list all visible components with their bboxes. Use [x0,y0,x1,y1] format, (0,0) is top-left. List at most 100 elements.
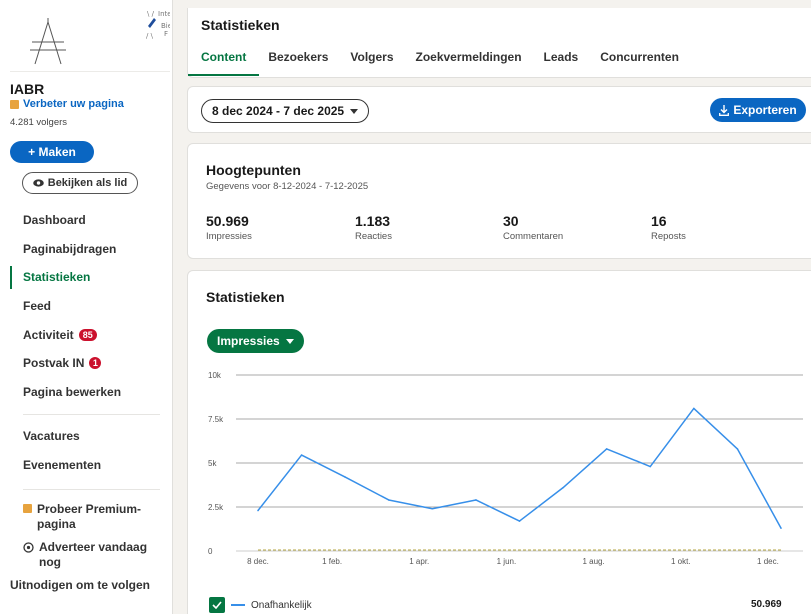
data-point [387,499,390,501]
sidebar-item-analytics[interactable]: Statistieken [0,263,172,292]
metric-value: 30 [503,213,519,229]
make-button[interactable]: + Maken [10,141,94,163]
statistics-card: Statistieken Impressies 0 2.5k 5k 7.5k 10k 8 … [187,270,811,614]
y-tick-label: 10k [208,371,222,380]
impressions-chart: 0 2.5k 5k 7.5k 10k 8 dec. 1 feb. 1 apr. 1 jun. 1 … [208,371,803,566]
caret-down-icon [285,338,294,344]
sidebar-item-label: Probeer Premium-pagina [37,502,142,531]
organization-name[interactable]: IABR [10,81,44,97]
metric-impressions: 50.969 Impressies [206,213,252,242]
sidebar-nav-secondary: Vacatures Evenementen [0,422,172,498]
date-toolbar: 8 dec 2024 - 7 dec 2025 Exporteren [187,86,811,133]
analytics-header: Statistieken Content Bezoekers Volgers Z… [187,8,811,78]
tab-followers[interactable]: Volgers [350,50,393,76]
metric-reposts: 16 Reposts [651,213,686,242]
legend-swatch [231,604,245,606]
svg-text:/ \: / \ [146,32,154,40]
x-tick-label: 1 okt. [671,557,691,566]
data-point [344,476,346,478]
sidebar-item-page-posts[interactable]: Paginabijdragen [0,235,172,264]
sidebar-item-inbox[interactable]: Postvak IN 1 [0,349,172,378]
sidebar-item-advertise[interactable]: Adverteer vandaag nog [0,538,172,576]
logo-icon: / \ Inte Bie F \ / [30,10,170,65]
tab-visitors[interactable]: Bezoekers [268,50,328,76]
premium-icon [10,99,19,109]
ad-icon [23,542,34,557]
metric-reactions: 1.183 Reacties [355,213,392,242]
divider [23,489,160,491]
sidebar-item-activity[interactable]: Activiteit 85 [0,320,172,349]
notification-badge: 85 [78,328,97,341]
caret-down-icon [350,108,359,114]
sidebar-item-label: Vacatures [23,429,80,444]
sidebar-item-feed[interactable]: Feed [0,292,172,321]
data-point [475,499,477,501]
sidebar-item-label: Paginabijdragen [23,241,117,256]
sidebar-item-jobs[interactable]: Vacatures [0,422,172,451]
sidebar-item-invite[interactable]: Uitnodigen om te volgen [0,576,172,614]
divider [23,414,160,416]
sidebar-item-premium[interactable]: Probeer Premium-pagina [0,500,172,538]
y-tick-label: 7.5k [208,415,224,424]
tab-leads[interactable]: Leads [544,50,579,76]
series-checkbox[interactable] [209,597,225,613]
logo-text-3: F [164,30,168,38]
export-button[interactable]: Exporteren [710,98,806,122]
sidebar-item-label: Pagina bewerken [23,384,122,399]
tab-competitors[interactable]: Concurrenten [600,50,679,76]
series-line-onafhankelijk [257,407,782,529]
sidebar-nav-promo: Probeer Premium-pagina Adverteer vandaag… [0,500,172,614]
sidebar-item-label: Postvak IN [23,356,85,371]
data-point [562,486,564,489]
y-tick-label: 2.5k [208,503,224,512]
view-as-member-button[interactable]: Bekijken als lid [22,172,138,194]
metric-label: Reacties [355,231,392,242]
x-tick-label: 1 dec. [757,557,779,566]
data-point [693,407,695,410]
highlights-subtitle: Gegevens voor 8-12-2024 - 7-12-2025 [206,181,369,192]
sidebar-item-label: Adverteer vandaag nog [39,540,148,569]
x-tick-label: 1 aug. [582,557,604,566]
sidebar-item-dashboard[interactable]: Dashboard [0,206,172,235]
notification-badge: 1 [89,357,102,370]
metric-value: 50.969 [206,213,249,229]
metric-value: 16 [651,213,667,229]
sidebar-item-edit-page[interactable]: Pagina bewerken [0,378,172,407]
sidebar-item-label: Dashboard [23,213,86,228]
organization-logo[interactable]: / \ Inte Bie F \ / [10,6,170,72]
date-range-dropdown[interactable]: 8 dec 2024 - 7 dec 2025 [201,99,370,123]
data-point [649,465,652,468]
x-tick-label: 1 jun. [497,557,517,566]
metric-value: 1.183 [355,213,391,229]
data-point [780,527,782,529]
highlights-card: Hoogtepunten Gegevens voor 8-12-2024 - 7… [187,143,811,259]
sidebar-item-label: Feed [23,299,52,314]
export-label: Exporteren [733,103,797,117]
data-point [300,454,303,456]
logo-text-2: Bie [161,22,170,30]
page-title: Statistieken [201,17,280,33]
metric-comments: 30 Commentaren [503,213,563,242]
statistics-title: Statistieken [206,289,285,305]
sidebar-item-label: Statistieken [23,270,91,285]
data-point [518,520,521,522]
date-range-label: 8 dec 2024 - 7 dec 2025 [212,104,345,118]
x-tick-label: 1 apr. [409,557,429,566]
sidebar-item-label: Uitnodigen om te volgen [10,578,150,592]
tab-search-appearances[interactable]: Zoekvermeldingen [416,50,522,76]
sidebar-item-events[interactable]: Evenementen [0,451,172,480]
metric-selector-dropdown[interactable]: Impressies [207,329,304,353]
tab-content[interactable]: Content [187,50,260,76]
eye-icon [32,179,44,187]
sidebar-nav: Dashboard Paginabijdragen Statistieken F… [0,206,172,423]
follower-count: 4.281 volgers [10,117,68,128]
svg-text:\ /: \ / [147,10,155,18]
improve-page-link[interactable]: Verbeter uw pagina [10,98,124,110]
checkmark-icon [212,601,222,609]
data-point [431,507,434,510]
logo-text-1: Inte [158,10,170,18]
y-tick-label: 5k [208,459,217,468]
chart-legend: Onafhankelijk [209,597,312,613]
sidebar: / \ Inte Bie F \ / IABR Verbeter uw pagi… [0,0,173,614]
improve-page-label: Verbeter uw pagina [23,98,124,110]
